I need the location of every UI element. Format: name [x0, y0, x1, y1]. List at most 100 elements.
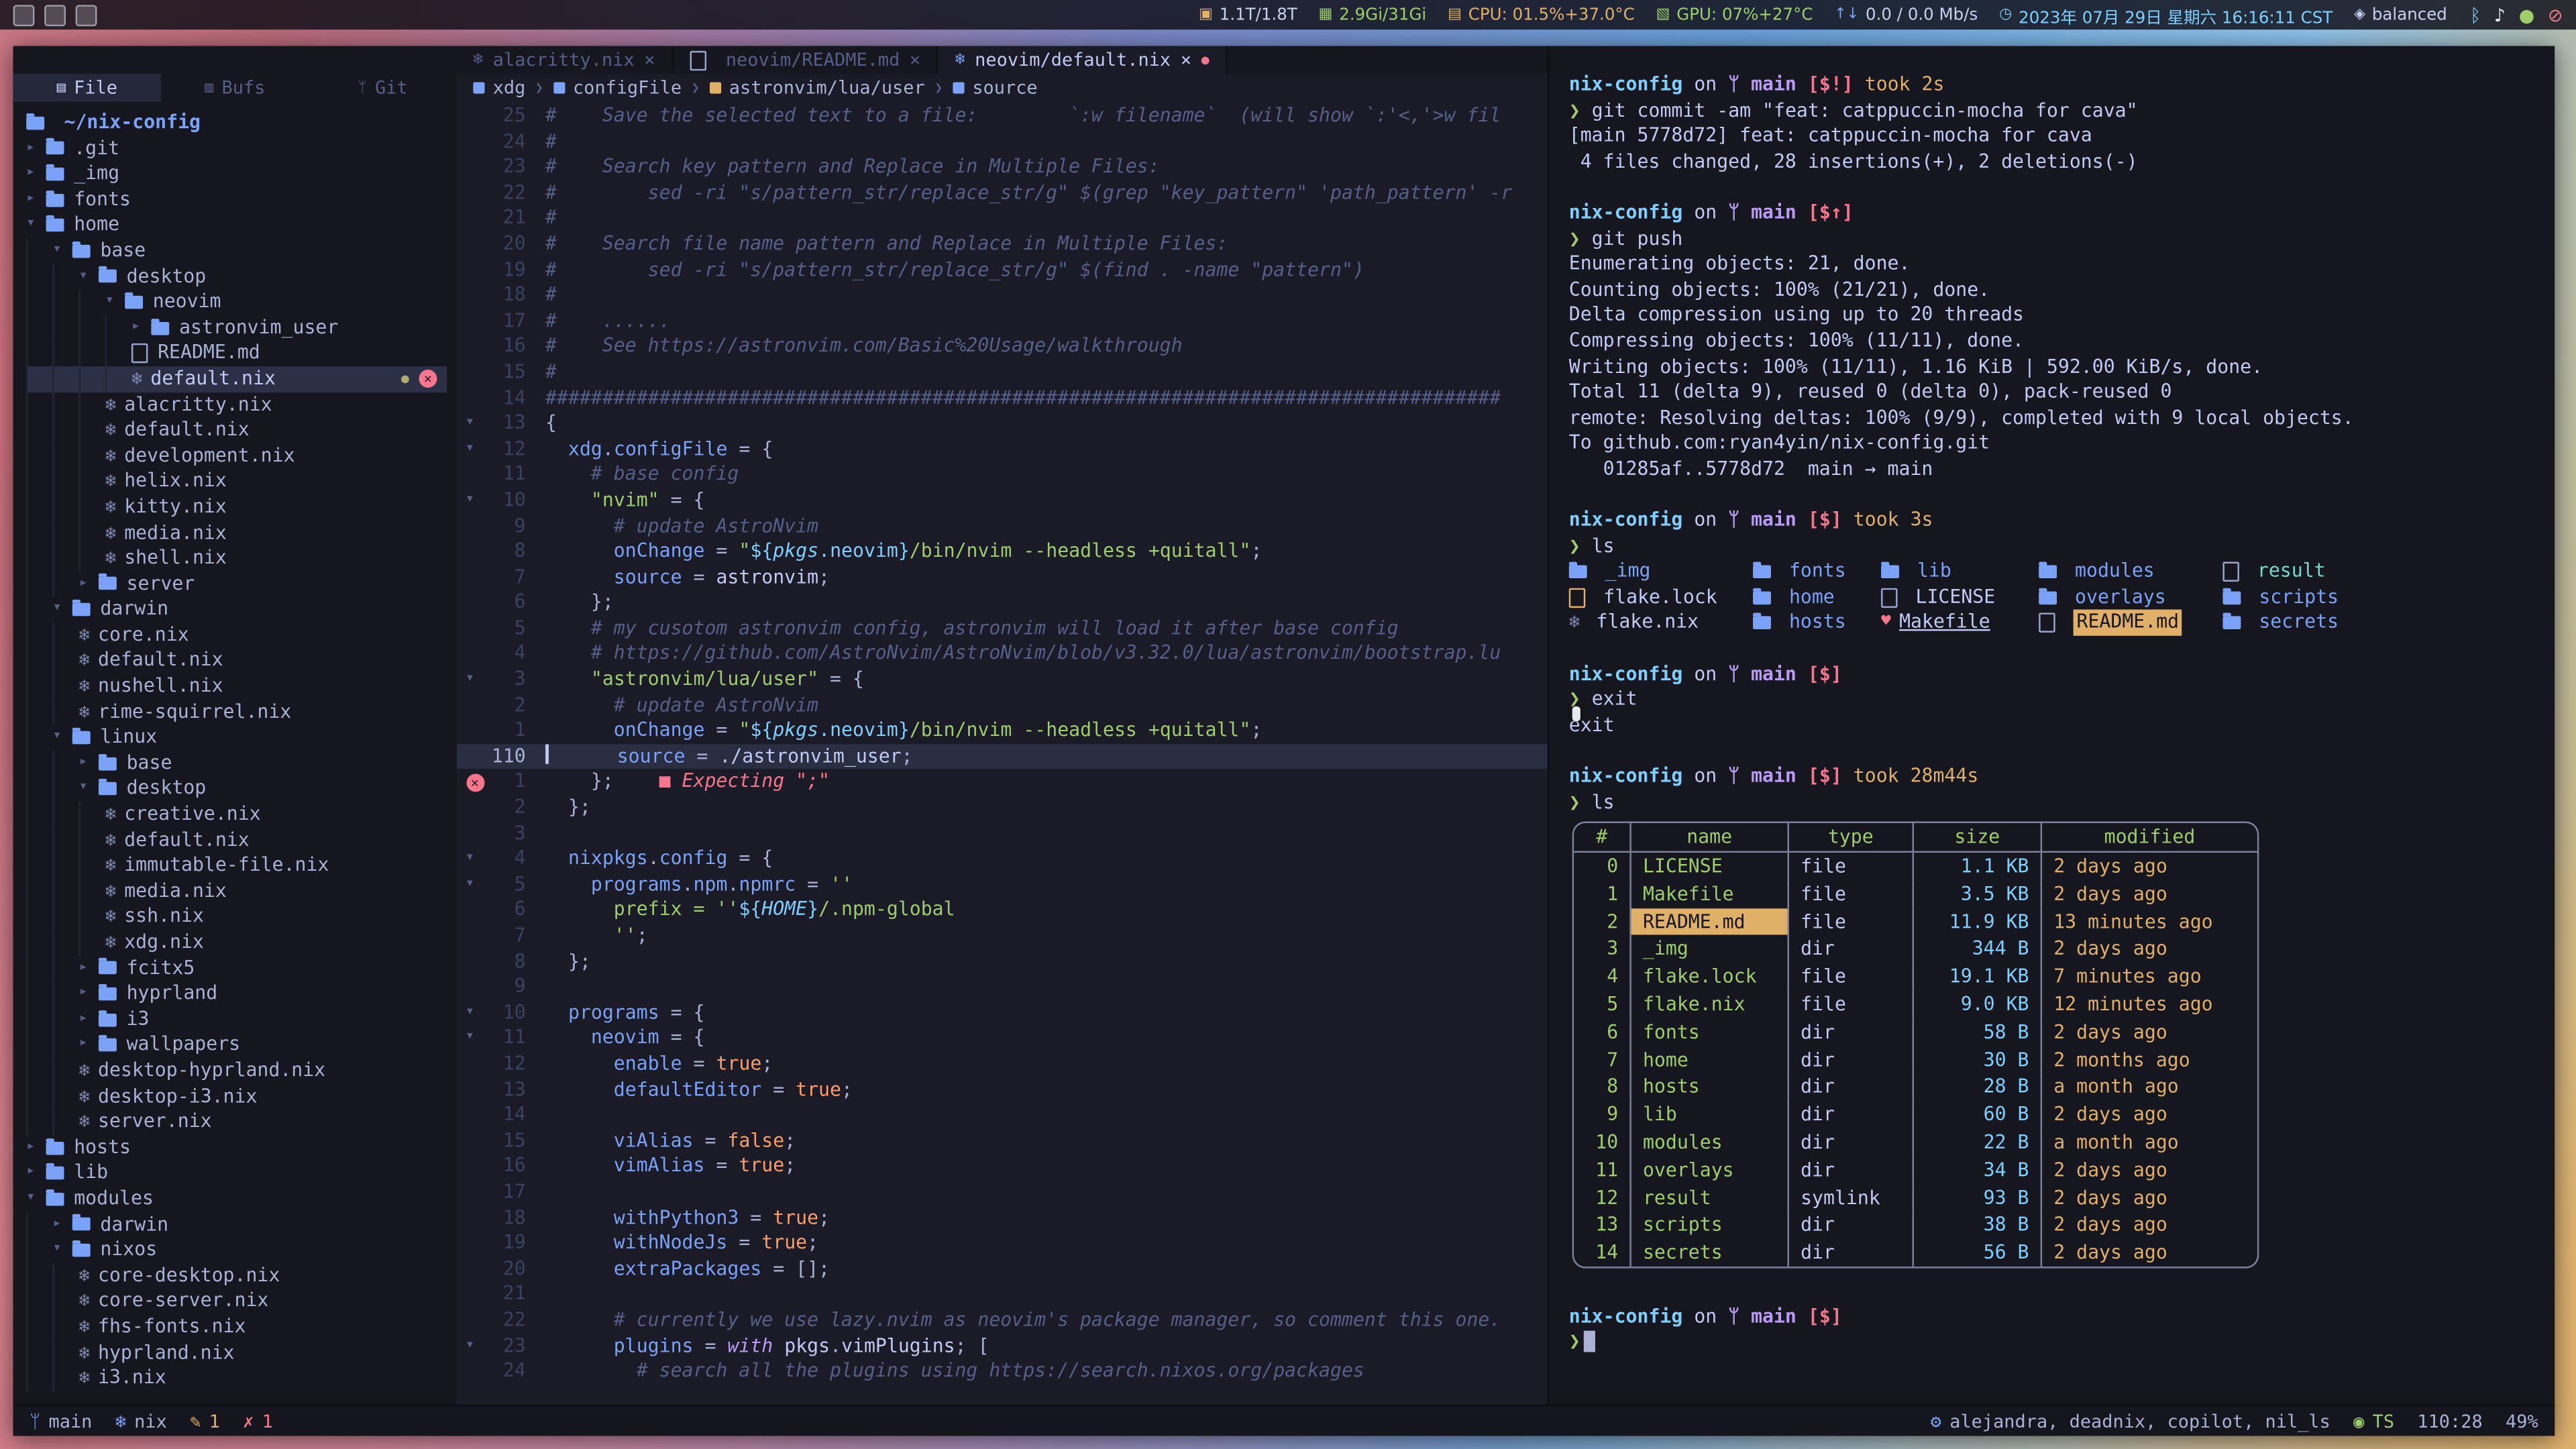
tree-item[interactable]: ❄alacritty.nix [26, 392, 447, 417]
chevron-down-icon[interactable]: ▾ [26, 213, 46, 238]
tree-item[interactable]: ▸server [26, 571, 447, 596]
breadcrumb-item[interactable]: source [953, 76, 1038, 98]
code-line[interactable]: 6 prefix = ''${HOME}/.npm-global [457, 898, 1548, 923]
tree-item[interactable]: ▾desktop [26, 776, 447, 802]
code-line[interactable]: 14 [457, 1103, 1548, 1128]
fold-icon[interactable]: ▾ [457, 1000, 483, 1026]
tree-item[interactable]: ❄creative.nix [26, 802, 447, 827]
code-line[interactable]: 9 # update AstroNvim [457, 513, 1548, 539]
chevron-right-icon[interactable]: ▸ [131, 315, 151, 341]
tree-item[interactable]: ▸wallpapers [26, 1032, 447, 1058]
code-area[interactable]: 25# Save the selected text to a file: `:… [457, 100, 1548, 1404]
chevron-down-icon[interactable]: ▾ [52, 238, 72, 264]
tree-item[interactable]: ❄helix.nix [26, 469, 447, 494]
tree-item[interactable]: ❄media.nix [26, 879, 447, 904]
fold-icon[interactable]: ▾ [457, 437, 483, 462]
code-line[interactable]: 13 defaultEditor = true; [457, 1077, 1548, 1102]
code-line[interactable]: 3 [457, 821, 1548, 847]
tree-item[interactable]: ▸hyprland [26, 981, 447, 1007]
tree-item[interactable]: ❄fhs-fonts.nix [26, 1314, 447, 1340]
tree-item[interactable]: ❄immutable-file.nix [26, 853, 447, 879]
code-line[interactable]: 7 source = astronvim; [457, 565, 1548, 590]
chevron-right-icon[interactable]: ▸ [79, 981, 99, 1007]
tree-item[interactable]: ▾linux [26, 725, 447, 751]
code-line[interactable]: ▾12 xdg.configFile = { [457, 437, 1548, 462]
code-line[interactable]: ✕1 }; ■ Expecting ";" [457, 769, 1548, 795]
fold-icon[interactable]: ▾ [457, 872, 483, 898]
taskbar-app-window-2-icon[interactable] [44, 4, 66, 25]
sidebar-tab-git[interactable]: ᛘGit [309, 74, 456, 102]
tree-item[interactable]: ❄ssh.nix [26, 904, 447, 930]
code-line[interactable]: 19# sed -ri "s/pattern_str/replace_str/g… [457, 257, 1548, 282]
close-icon[interactable]: × [644, 49, 655, 70]
tree-item[interactable]: ▸lib [26, 1161, 447, 1186]
code-line[interactable]: 110 source = ./astronvim_user; [457, 744, 1548, 769]
code-line[interactable]: ▾10 "nvim" = { [457, 488, 1548, 513]
taskbar-app-window-3-icon[interactable] [76, 4, 97, 25]
code-line[interactable]: 4 # https://github.com/AstroNvim/AstroNv… [457, 641, 1548, 667]
chevron-right-icon[interactable]: ▸ [26, 136, 46, 161]
code-line[interactable]: 14######################################… [457, 385, 1548, 411]
tree-item[interactable]: ▾neovim [26, 289, 447, 315]
breadcrumb-item[interactable]: xdg [473, 76, 525, 98]
tree-item[interactable]: ▸darwin [26, 1212, 447, 1237]
bluetooth-icon[interactable]: ᛒ [2470, 6, 2481, 24]
chevron-right-icon[interactable]: ▸ [79, 751, 99, 776]
code-line[interactable]: 20 extraPackages = []; [457, 1256, 1548, 1282]
tree-item[interactable]: ▸astronvim_user [26, 315, 447, 341]
code-line[interactable]: 19 withNodeJs = true; [457, 1231, 1548, 1256]
code-line[interactable]: ▾13{ [457, 411, 1548, 437]
tree-item[interactable]: ❄media.nix [26, 520, 447, 545]
code-line[interactable]: 9 [457, 975, 1548, 1000]
chevron-down-icon[interactable]: ▾ [79, 264, 99, 289]
tree-item[interactable]: ❄server.nix [26, 1109, 447, 1134]
dnd-icon[interactable]: ⊘ [2548, 6, 2563, 24]
code-line[interactable]: 18 withPython3 = true; [457, 1205, 1548, 1230]
sidebar-tab-bufs[interactable]: ▥Bufs [161, 74, 309, 102]
tree-item[interactable]: ❄nushell.nix [26, 674, 447, 699]
code-line[interactable]: 24 # search all the plugins using https:… [457, 1359, 1548, 1385]
code-line[interactable]: 8 }; [457, 949, 1548, 975]
chevron-right-icon[interactable]: ▸ [52, 1212, 72, 1237]
tree-item[interactable]: ▾desktop [26, 264, 447, 289]
code-line[interactable]: 21# [457, 206, 1548, 231]
tree-item[interactable]: ❄default.nix [26, 827, 447, 853]
buffer-tab[interactable]: ❄neovim/default.nix×● [938, 46, 1227, 74]
code-line[interactable]: 22# sed -ri "s/pattern_str/replace_str/g… [457, 180, 1548, 206]
tree-item[interactable]: ❄core-server.nix [26, 1289, 447, 1314]
tree-item[interactable]: ❄shell.nix [26, 545, 447, 571]
tree-item[interactable]: ❄default.nix [26, 648, 447, 674]
code-line[interactable]: 11 # base config [457, 462, 1548, 488]
terminal[interactable]: nix-config on ᛘ main [$!] took 2s❯ git c… [1548, 46, 2555, 1405]
chevron-down-icon[interactable]: ▾ [79, 776, 99, 802]
code-line[interactable]: 17# ...... [457, 309, 1548, 334]
buffer-tab[interactable]: ❄alacritty.nix× [457, 46, 674, 74]
tree-item[interactable]: ❄i3.nix [26, 1365, 447, 1391]
tree-item[interactable]: ▸i3 [26, 1007, 447, 1032]
tree-item[interactable]: ▸fcitx5 [26, 955, 447, 981]
tree-item[interactable]: ❄desktop-hyprland.nix [26, 1058, 447, 1083]
code-line[interactable]: 24# [457, 129, 1548, 154]
code-line[interactable]: 12 enable = true; [457, 1051, 1548, 1077]
tree-item[interactable]: ❄kitty.nix [26, 494, 447, 520]
chevron-right-icon[interactable]: ▸ [26, 1161, 46, 1186]
code-line[interactable]: 5 # my cusotom astronvim config, astronv… [457, 616, 1548, 641]
chevron-right-icon[interactable]: ▸ [79, 955, 99, 981]
code-line[interactable]: ▾5 programs.npm.npmrc = '' [457, 872, 1548, 898]
code-line[interactable]: 20# Search file name pattern and Replace… [457, 231, 1548, 257]
code-line[interactable]: 18# [457, 283, 1548, 309]
code-line[interactable]: 1 onChange = "${pkgs.neovim}/bin/nvim --… [457, 718, 1548, 744]
volume-icon[interactable]: ♪ [2494, 6, 2506, 24]
tree-item[interactable]: ❄desktop-i3.nix [26, 1083, 447, 1109]
close-icon[interactable]: × [910, 49, 920, 70]
fold-icon[interactable]: ▾ [457, 411, 483, 437]
close-icon[interactable]: × [1181, 49, 1191, 70]
chevron-right-icon[interactable]: ▸ [79, 571, 99, 596]
code-line[interactable]: ▾3 "astronvim/lua/user" = { [457, 667, 1548, 692]
tree-item[interactable]: ▾darwin [26, 597, 447, 623]
code-line[interactable]: 16 vimAlias = true; [457, 1154, 1548, 1179]
tree-item[interactable]: ❄hyprland.nix [26, 1340, 447, 1365]
tree-item[interactable]: ❄development.nix [26, 443, 447, 469]
code-line[interactable]: 22 # currently we use lazy.nvim as neovi… [457, 1307, 1548, 1333]
code-line[interactable]: 15 viAlias = false; [457, 1128, 1548, 1154]
